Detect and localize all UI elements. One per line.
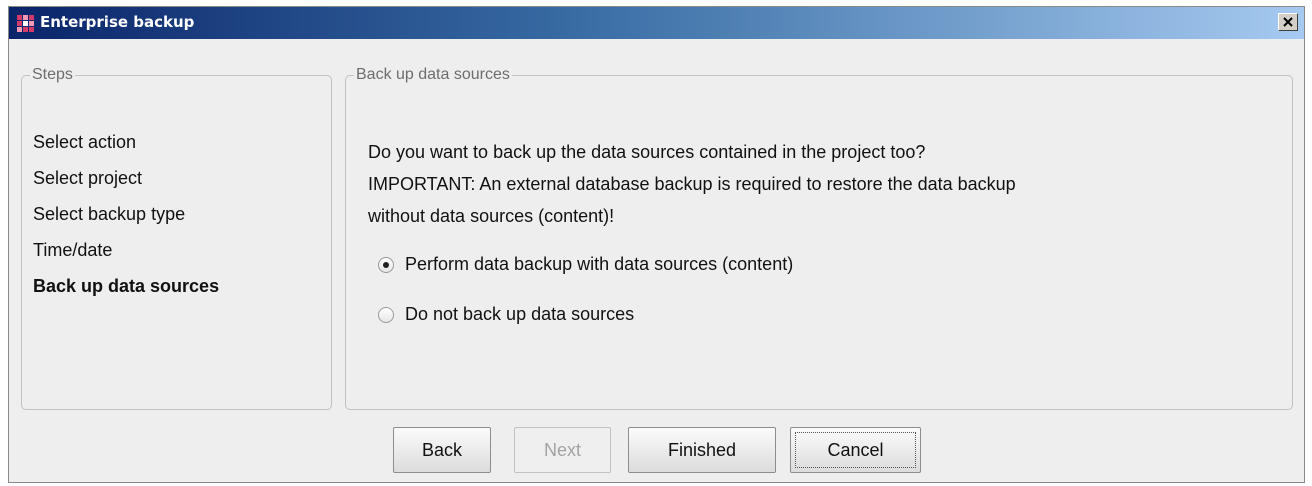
finished-button[interactable]: Finished — [628, 427, 776, 473]
description-line: IMPORTANT: An external database backup i… — [368, 174, 1016, 194]
close-icon — [1283, 17, 1293, 27]
steps-list: Select action Select project Select back… — [33, 124, 219, 304]
description-line: without data sources (content)! — [368, 206, 615, 226]
app-icon — [17, 15, 34, 32]
focus-ring — [795, 432, 916, 468]
radio-button-checked[interactable] — [378, 256, 394, 273]
step-select-project: Select project — [33, 168, 143, 188]
close-button[interactable] — [1278, 13, 1298, 31]
step-select-action: Select action — [33, 132, 137, 152]
window-title: Enterprise backup — [40, 13, 195, 31]
dialog-window: Enterprise backup Steps Select action Se… — [8, 6, 1305, 483]
next-button[interactable]: Next — [514, 427, 611, 473]
content-panel: Back up data sources Do you want to back… — [345, 66, 1293, 410]
option-label: Perform data backup with data sources (c… — [405, 254, 794, 274]
step-back-up-data-sources: Back up data sources — [33, 276, 220, 296]
description-line: Do you want to back up the data sources … — [368, 142, 926, 162]
option-without-data-sources[interactable]: Do not back up data sources — [378, 304, 634, 325]
option-label: Do not back up data sources — [405, 304, 635, 324]
radio-button-unchecked[interactable] — [378, 306, 394, 323]
title-bar[interactable]: Enterprise backup — [9, 7, 1304, 39]
content-legend: Back up data sources — [356, 66, 510, 83]
cancel-button[interactable]: Cancel — [790, 427, 921, 473]
step-select-backup-type: Select backup type — [33, 204, 186, 224]
description: Do you want to back up the data sources … — [368, 136, 1288, 232]
steps-panel: Steps Select action Select project Selec… — [21, 66, 332, 410]
option-with-data-sources[interactable]: Perform data backup with data sources (c… — [378, 254, 793, 275]
steps-legend: Steps — [32, 66, 73, 83]
step-time-date: Time/date — [33, 240, 113, 260]
back-button[interactable]: Back — [393, 427, 491, 473]
